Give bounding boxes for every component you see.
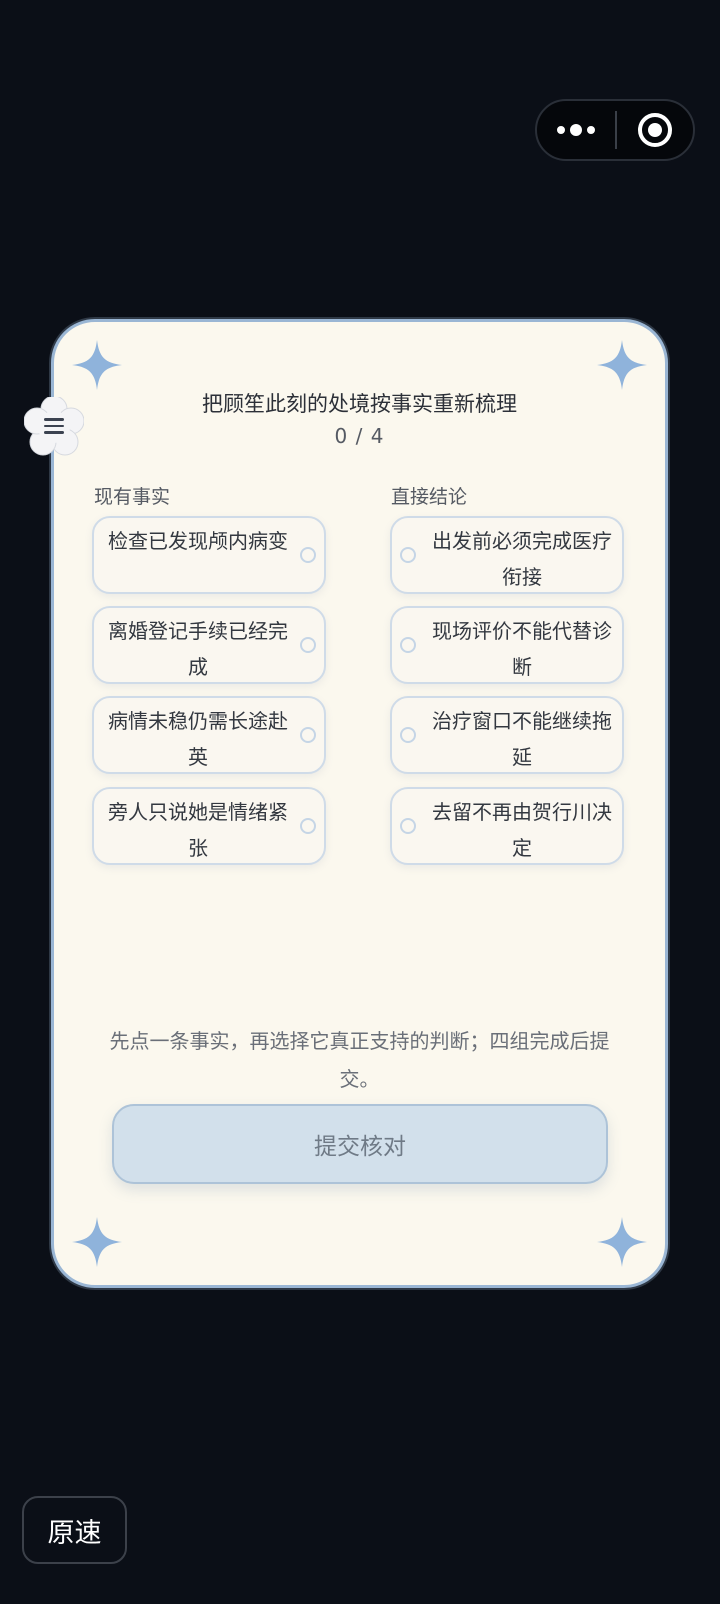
sparkle-icon xyxy=(597,340,647,390)
more-dots-icon-right xyxy=(587,126,595,134)
sparkle-icon xyxy=(597,1217,647,1267)
puzzle-title: 把顾笙此刻的处境按事实重新梳理 xyxy=(202,392,517,416)
fact-option-label: 离婚登记手续已经完成 xyxy=(108,619,288,679)
radio-indicator xyxy=(400,637,416,653)
conclusion-option[interactable]: 现场评价不能代替诊断 xyxy=(390,606,624,684)
floating-menu-button[interactable] xyxy=(23,395,85,457)
facts-column-label: 现有事实 xyxy=(94,486,171,508)
conclusion-option[interactable]: 去留不再由贺行川决定 xyxy=(390,787,624,865)
more-button[interactable] xyxy=(537,101,615,159)
instruction-text: 先点一条事实，再选择它真正支持的判断；四组完成后提交。 xyxy=(109,1029,610,1091)
menu-icon xyxy=(44,418,64,438)
fact-option[interactable]: 旁人只说她是情绪紧张 xyxy=(92,787,326,865)
conclusion-option-label: 出发前必须完成医疗衔接 xyxy=(432,529,612,589)
conclusion-option[interactable]: 治疗窗口不能继续拖延 xyxy=(390,696,624,774)
conclusions-column-label: 直接结论 xyxy=(391,486,468,508)
speed-button[interactable]: 原速 xyxy=(22,1496,127,1564)
sparkle-icon xyxy=(72,340,122,390)
more-dots-icon-center xyxy=(570,124,582,136)
fact-option-label: 病情未稳仍需长途赴英 xyxy=(108,709,288,769)
progress-counter: 0 / 4 xyxy=(334,424,385,448)
screen: 把顾笙此刻的处境按事实重新梳理 0 / 4 现有事实 直接结论 检查已发现颅内病… xyxy=(0,0,720,1604)
close-button[interactable] xyxy=(617,113,693,147)
fact-option-label: 旁人只说她是情绪紧张 xyxy=(108,800,288,860)
fact-option[interactable]: 检查已发现颅内病变 xyxy=(92,516,326,594)
conclusion-option-label: 现场评价不能代替诊断 xyxy=(432,619,612,679)
radio-indicator xyxy=(400,818,416,834)
puzzle-card: 把顾笙此刻的处境按事实重新梳理 0 / 4 现有事实 直接结论 检查已发现颅内病… xyxy=(51,319,668,1288)
submit-button[interactable]: 提交核对 xyxy=(112,1104,608,1184)
conclusion-option[interactable]: 出发前必须完成医疗衔接 xyxy=(390,516,624,594)
radio-indicator xyxy=(400,547,416,563)
more-dots-icon xyxy=(557,126,565,134)
conclusion-option-label: 去留不再由贺行川决定 xyxy=(432,800,612,860)
capsule-menu xyxy=(535,99,695,161)
conclusion-option-label: 治疗窗口不能继续拖延 xyxy=(432,709,612,769)
radio-indicator xyxy=(400,727,416,743)
radio-indicator xyxy=(300,637,316,653)
radio-indicator xyxy=(300,547,316,563)
target-close-icon xyxy=(638,113,672,147)
radio-indicator xyxy=(300,727,316,743)
fact-option[interactable]: 病情未稳仍需长途赴英 xyxy=(92,696,326,774)
fact-option-label: 检查已发现颅内病变 xyxy=(108,529,288,553)
sparkle-icon xyxy=(72,1217,122,1267)
fact-option[interactable]: 离婚登记手续已经完成 xyxy=(92,606,326,684)
radio-indicator xyxy=(300,818,316,834)
